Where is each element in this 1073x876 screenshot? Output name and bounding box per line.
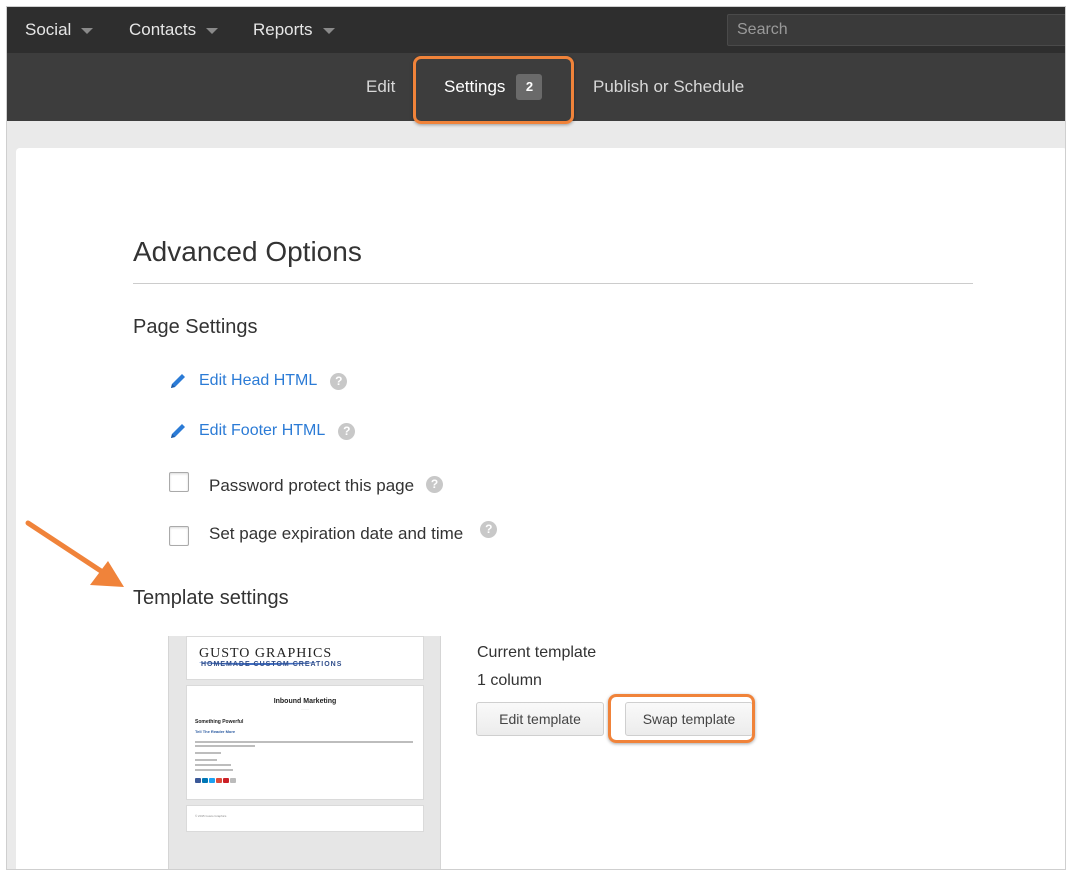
help-icon[interactable]: ?	[426, 475, 444, 493]
thumbnail-body: Inbound Marketing ········ Something Pow…	[186, 685, 424, 800]
thumbnail-logo-tagline: HOMEMADE CUSTOM CREATIONS	[201, 661, 343, 668]
help-icon[interactable]: ?	[330, 372, 348, 390]
thumbnail-headline: Inbound Marketing	[273, 698, 337, 705]
thumbnail-subhead2: Tell The Reader More	[195, 729, 236, 734]
search-input[interactable]	[727, 14, 1065, 46]
help-icon[interactable]: ?	[480, 520, 498, 538]
google-plus-icon	[216, 778, 222, 783]
thumbnail-footer: © 2015 Gusto Graphics	[186, 805, 424, 832]
thumbnail-text-line	[195, 745, 255, 747]
menu-reports-label: Reports	[253, 20, 313, 39]
tab-settings-label: Settings	[444, 77, 506, 96]
menu-social-label: Social	[25, 20, 72, 39]
chevron-down-icon	[206, 28, 219, 34]
current-template-label: Current template	[477, 644, 597, 661]
thumbnail-footer-text: © 2015 Gusto Graphics	[195, 814, 227, 818]
menu-reports[interactable]: Reports	[253, 7, 335, 53]
app-window: Social Contacts Reports Edit Settings 2 …	[6, 6, 1066, 870]
pencil-icon	[171, 424, 185, 438]
thumbnail-header: GUSTO GRAPHICS HOMEMADE CUSTOM CREATIONS	[186, 636, 424, 680]
share-icon	[230, 778, 236, 783]
edit-template-button[interactable]: Edit template	[476, 702, 604, 736]
password-protect-option: Password protect this page ?	[169, 468, 444, 496]
top-navigation: Social Contacts Reports	[7, 7, 1065, 53]
tab-edit[interactable]: Edit	[366, 53, 395, 121]
facebook-icon	[195, 778, 201, 783]
tab-publish-label: Publish or Schedule	[593, 77, 745, 96]
swap-template-button[interactable]: Swap template	[625, 702, 753, 736]
edit-head-html-label: Edit Head HTML	[199, 372, 318, 389]
page-expiration-label: Set page expiration date and time	[209, 524, 464, 543]
thumbnail-text-line	[195, 769, 233, 771]
page-title: Advanced Options	[133, 236, 362, 267]
chevron-down-icon	[81, 28, 94, 34]
thumbnail-subhead: Something Powerful	[195, 719, 244, 725]
twitter-icon	[209, 778, 215, 783]
page-settings-heading: Page Settings	[133, 316, 258, 338]
settings-count-badge: 2	[516, 74, 543, 100]
title-divider	[133, 283, 973, 284]
thumbnail-text-line	[195, 759, 217, 761]
advanced-options-panel: Advanced Options Page Settings Edit Head…	[16, 148, 1065, 869]
menu-contacts[interactable]: Contacts	[129, 7, 219, 53]
thumbnail-subline: ········	[301, 707, 309, 711]
tab-edit-label: Edit	[366, 77, 396, 96]
template-layout-label: 1 column	[477, 672, 542, 689]
tab-publish-or-schedule[interactable]: Publish or Schedule	[593, 53, 744, 121]
password-protect-checkbox[interactable]	[169, 472, 189, 492]
template-settings-heading: Template settings	[133, 587, 289, 609]
edit-footer-html-label: Edit Footer HTML	[199, 422, 326, 439]
menu-social[interactable]: Social	[25, 7, 94, 53]
thumbnail-text-line	[195, 764, 231, 766]
editor-tabs: Edit Settings 2 Publish or Schedule	[7, 53, 1065, 121]
chevron-down-icon	[322, 28, 335, 34]
menu-contacts-label: Contacts	[129, 20, 197, 39]
thumbnail-text-line	[195, 741, 413, 743]
template-thumbnail[interactable]: GUSTO GRAPHICS HOMEMADE CUSTOM CREATIONS…	[168, 636, 441, 869]
edit-head-html-link[interactable]: Edit Head HTML ?	[169, 372, 348, 390]
linkedin-icon	[202, 778, 208, 783]
help-icon[interactable]: ?	[338, 422, 356, 440]
page-expiration-option: Set page expiration date and time ?	[169, 514, 498, 546]
thumbnail-text-line	[195, 752, 221, 754]
edit-footer-html-link[interactable]: Edit Footer HTML ?	[169, 422, 356, 440]
pencil-icon	[171, 374, 185, 388]
page-expiration-checkbox[interactable]	[169, 526, 189, 546]
password-protect-label: Password protect this page	[209, 476, 415, 495]
tab-settings[interactable]: Settings 2	[444, 53, 543, 121]
pinterest-icon	[223, 778, 229, 783]
